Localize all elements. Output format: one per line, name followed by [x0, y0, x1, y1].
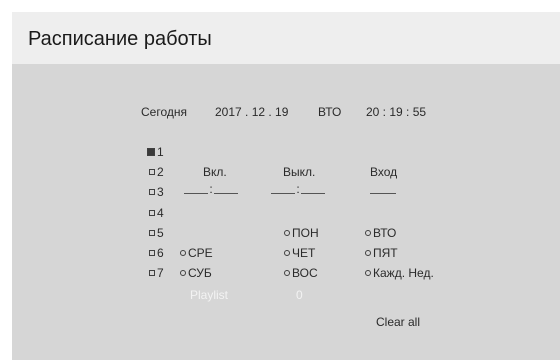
radio-icon: [365, 270, 371, 276]
day-sun-radio[interactable]: ВОС: [284, 266, 318, 280]
radio-icon: [284, 230, 290, 236]
today-label: Сегодня: [141, 105, 187, 119]
slot-checkbox-6[interactable]: 6: [149, 246, 164, 260]
every-week-radio[interactable]: Кажд. Нед.: [365, 266, 434, 280]
checkbox-icon: [149, 210, 155, 216]
slot-checkbox-7[interactable]: 7: [149, 266, 164, 280]
checkbox-icon: [149, 169, 155, 175]
day-mon-radio[interactable]: ПОН: [284, 226, 319, 240]
radio-icon: [365, 230, 371, 236]
schedule-window: Расписание работы Сегодня 2017 . 12 . 19…: [12, 12, 560, 360]
current-weekday: ВТО: [318, 105, 342, 119]
radio-icon: [180, 250, 186, 256]
title-bar: Расписание работы: [12, 12, 560, 64]
day-tue-radio[interactable]: ВТО: [365, 226, 396, 240]
checkbox-icon: [149, 230, 155, 236]
input-header: Вход: [370, 165, 398, 179]
checkbox-icon: [149, 189, 155, 195]
playlist-value[interactable]: 0: [296, 288, 303, 302]
current-date: 2017 . 12 . 19: [215, 105, 289, 119]
slot-checkbox-2[interactable]: 2: [149, 165, 164, 179]
radio-icon: [284, 250, 290, 256]
slot-checkbox-5[interactable]: 5: [149, 226, 164, 240]
on-time-header: Вкл.: [203, 165, 227, 179]
checkbox-icon: [149, 270, 155, 276]
day-sat-radio[interactable]: СУБ: [180, 266, 212, 280]
checkbox-icon: [149, 250, 155, 256]
day-thu-radio[interactable]: ЧЕТ: [284, 246, 315, 260]
day-fri-radio[interactable]: ПЯТ: [365, 246, 398, 260]
on-time-field[interactable]: :: [184, 182, 238, 196]
off-minute-field[interactable]: [301, 182, 325, 194]
off-hour-field[interactable]: [271, 182, 295, 194]
slot-checkbox-4[interactable]: 4: [149, 206, 164, 220]
radio-icon: [180, 270, 186, 276]
radio-icon: [365, 250, 371, 256]
window-title: Расписание работы: [28, 28, 212, 50]
checkbox-icon: [147, 148, 155, 156]
radio-icon: [284, 270, 290, 276]
playlist-label: Playlist: [190, 288, 229, 302]
slot-checkbox-1[interactable]: 1: [147, 145, 164, 159]
on-minute-field[interactable]: [214, 182, 238, 194]
off-time-header: Выкл.: [283, 165, 316, 179]
slot-checkbox-3[interactable]: 3: [149, 185, 164, 199]
off-time-field[interactable]: :: [271, 182, 325, 196]
clear-all-button[interactable]: Clear all: [376, 315, 420, 329]
input-field[interactable]: [370, 182, 396, 196]
on-hour-field[interactable]: [184, 182, 208, 194]
current-time: 20 : 19 : 55: [366, 105, 427, 119]
day-wed-radio[interactable]: СРЕ: [180, 246, 213, 260]
